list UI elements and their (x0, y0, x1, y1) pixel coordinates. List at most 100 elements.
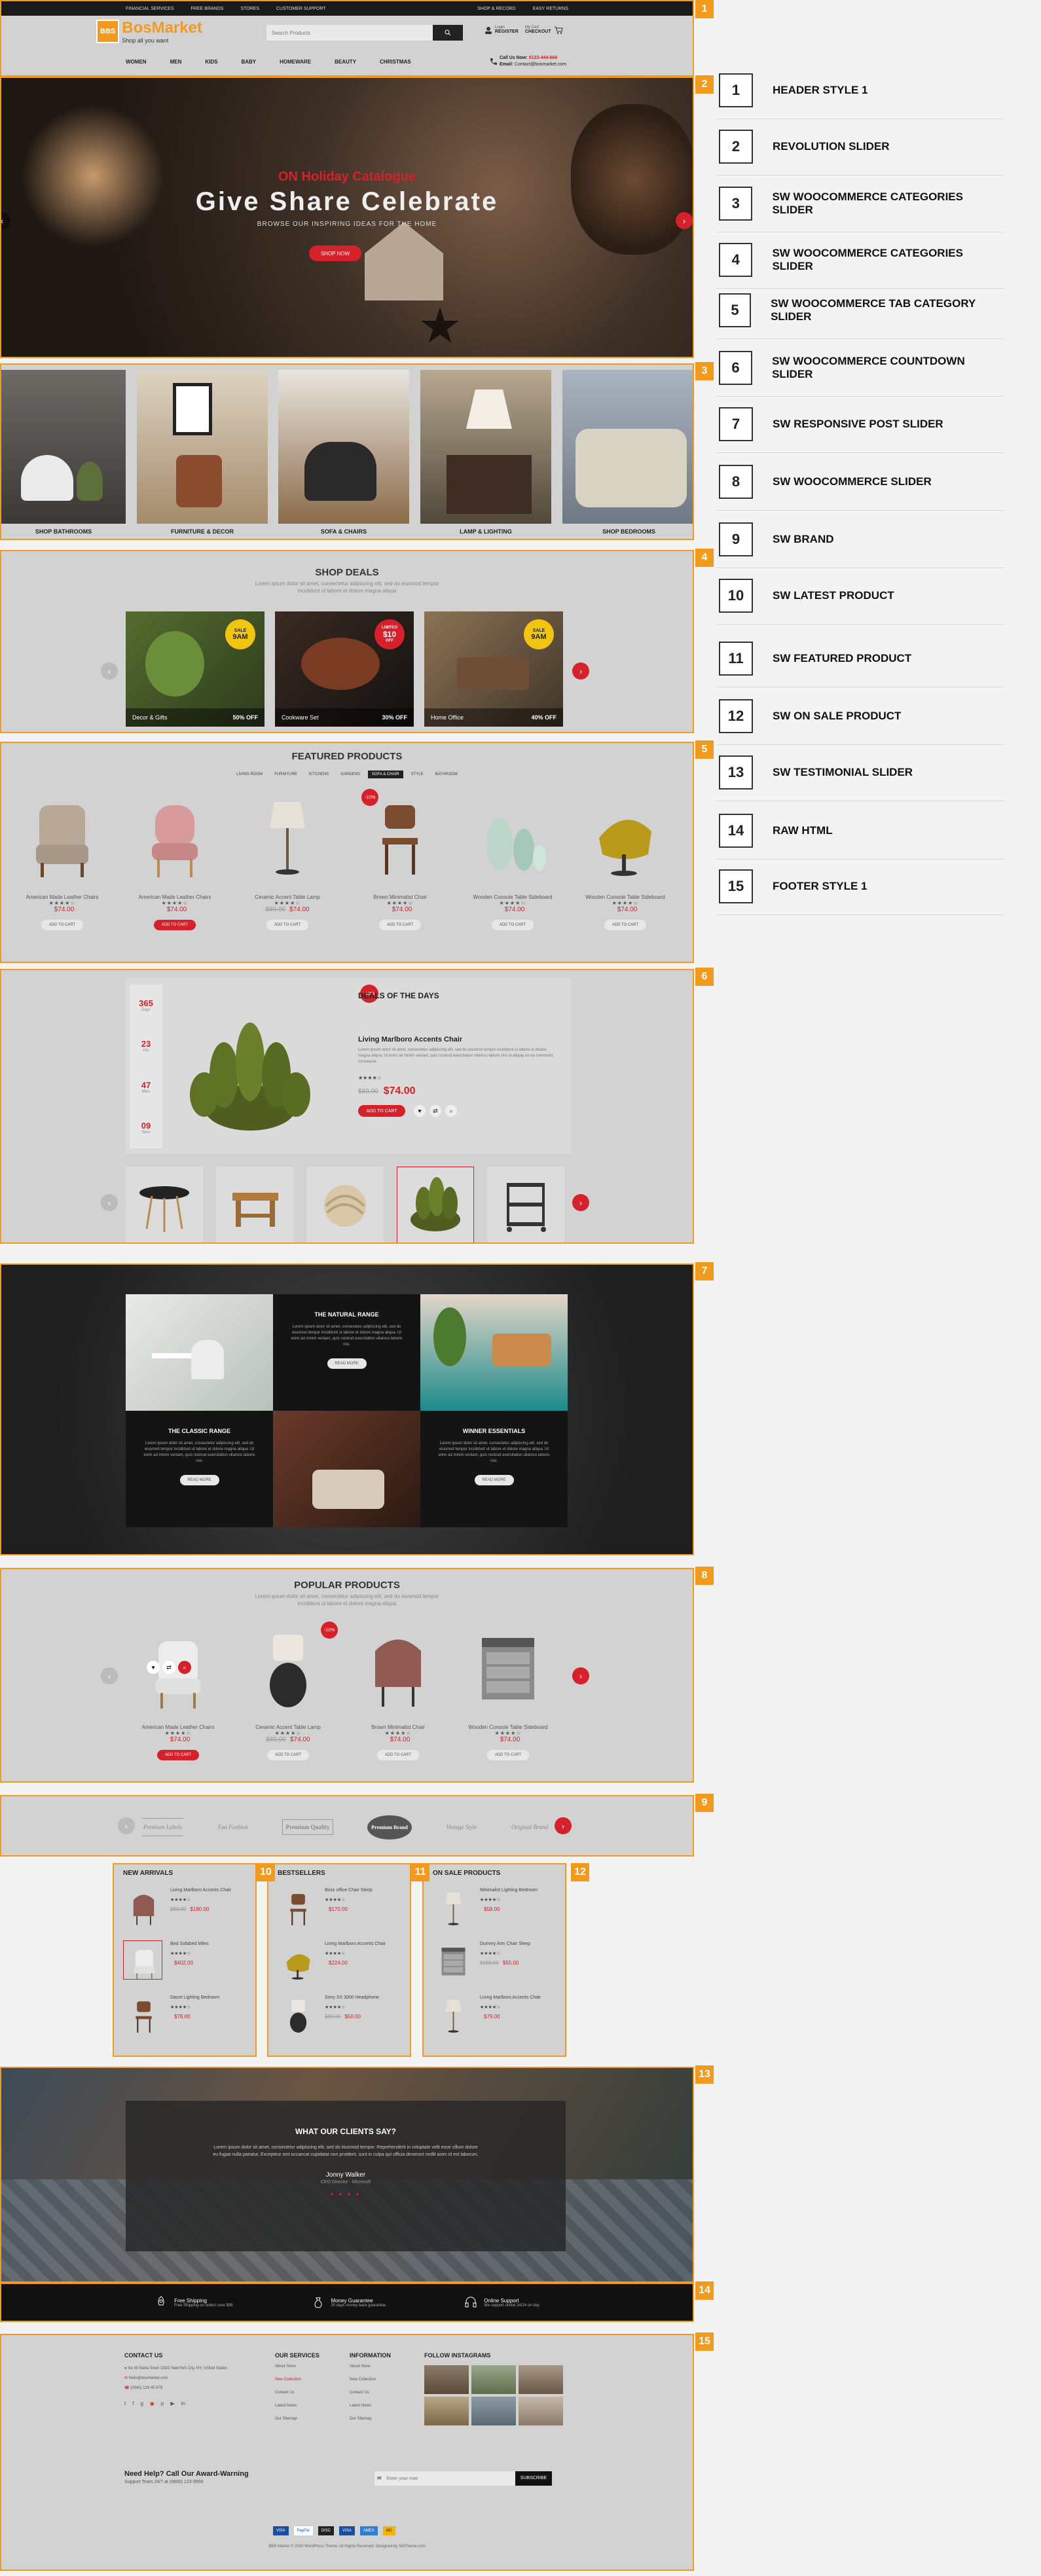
category-image-lamp[interactable] (420, 370, 551, 524)
read-more-button[interactable]: READ MORE (474, 1475, 514, 1485)
thumb[interactable] (487, 1167, 564, 1243)
product-image[interactable] (13, 789, 111, 887)
nav-item[interactable]: MEN (170, 59, 182, 65)
brand-next-arrow[interactable]: › (555, 1817, 572, 1834)
compare-icon[interactable]: ⇄ (162, 1661, 175, 1674)
product-image[interactable] (576, 789, 674, 887)
list-item[interactable]: Boss office Chair Sleep ★★★★☆ $170.00 (278, 1884, 409, 1931)
wishlist-icon[interactable]: ♥ (147, 1661, 160, 1674)
product-name[interactable]: Ceramic Accent Table Lamp (238, 894, 337, 900)
topbar-link[interactable]: FREE BRANDS (191, 7, 224, 11)
list-item-image[interactable] (278, 1940, 317, 1980)
list-item[interactable]: Living Marlboro Accents Chair ★★★★☆ $79.00 (433, 1991, 564, 2039)
add-to-cart-button[interactable]: ADD TO CART (157, 1750, 199, 1760)
popular-prev-arrow[interactable]: ‹ (101, 1667, 118, 1684)
list-item[interactable]: Living Marlboro Accents Chair ★★★★☆ $80.00… (123, 1884, 254, 1931)
list-item-name[interactable]: Dacot Lighting Bedroom (170, 1995, 219, 2000)
product-name[interactable]: American Made Leather Chairs (13, 894, 111, 900)
pinterest-icon[interactable]: p (161, 2401, 164, 2406)
product-card[interactable]: Wooden Console Table Sideboard ★★★★☆ $74.0… (464, 789, 562, 962)
product-image[interactable] (464, 789, 562, 887)
list-item-image[interactable] (433, 1940, 472, 1980)
list-item-image[interactable] (123, 1994, 162, 2033)
facebook-icon[interactable]: f (132, 2401, 134, 2406)
add-to-cart-button[interactable]: ADD TO CART (41, 920, 83, 930)
list-item[interactable]: Minimalist Lighting Bedroom ★★★★☆ $58.00 (433, 1884, 564, 1931)
list-item[interactable]: Dacot Lighting Bedroom ★★★★☆ $78.00 (123, 1991, 254, 2039)
quickview-icon[interactable]: ⌕ (445, 1105, 457, 1117)
add-to-cart-button[interactable]: ADD TO CART (267, 1750, 309, 1760)
product-name[interactable]: Wooden Console Table Sideboard (576, 894, 674, 900)
footer-link[interactable]: Latest News (275, 2399, 340, 2412)
add-to-cart-button[interactable]: ADD TO CART (604, 920, 646, 930)
nav-item[interactable]: CHRISTMAS (380, 59, 411, 65)
list-item-name[interactable]: Dummy Arm Chair Sleep (480, 1942, 530, 1946)
countdown-product-name[interactable]: Living Marlboro Accents Chair (358, 1036, 462, 1043)
shop-now-button[interactable]: SHOP NOW (309, 245, 361, 261)
thumb[interactable] (306, 1167, 384, 1243)
footer-link[interactable]: Latest News (350, 2399, 415, 2412)
nav-item[interactable]: WOMEN (126, 59, 147, 65)
youtube-icon[interactable]: ▶ (170, 2401, 174, 2406)
footer-link[interactable]: Our Sitemap (350, 2412, 415, 2425)
tab[interactable]: FURNITURE (270, 771, 301, 778)
logo[interactable]: BBS BosMarket Shop all you want (96, 19, 202, 44)
add-to-cart-button[interactable]: ADD TO CART (379, 920, 421, 930)
add-to-cart-button[interactable]: ADD TO CART (154, 920, 196, 930)
search-input[interactable] (266, 25, 433, 41)
category-image-furniture[interactable] (137, 370, 268, 524)
twitter-icon[interactable]: t (124, 2401, 126, 2406)
product-name[interactable]: Brown Minimalist Chair (349, 1724, 447, 1730)
deals-next-arrow[interactable]: › (572, 662, 589, 680)
read-more-button[interactable]: READ MORE (327, 1358, 367, 1369)
tab[interactable]: GARDENS (337, 771, 364, 778)
product-image[interactable] (126, 789, 224, 887)
tab[interactable]: KITCHENS (305, 771, 333, 778)
linkedin-icon[interactable]: in (181, 2401, 185, 2406)
topbar-link[interactable]: FINANCIAL SERVICES (126, 7, 174, 11)
newsletter-input[interactable] (384, 2471, 515, 2486)
deal-card[interactable]: SALE 9AM Home Office 40% OFF (424, 611, 563, 727)
post-image[interactable] (420, 1294, 568, 1411)
list-item[interactable]: Dummy Arm Chair Sleep ★★★★☆ $180.00 $55.00 (433, 1938, 564, 1985)
read-more-button[interactable]: READ MORE (179, 1475, 219, 1485)
product-card[interactable]: Ceramic Accent Table Lamp ★★★★☆ $80.00 $74.… (239, 1622, 337, 1781)
testimonial-dots[interactable]: ● ● ● ● (126, 2191, 566, 2197)
list-item-name[interactable]: Sony SX 3000 Headphone (325, 1995, 379, 2000)
instagram-thumb[interactable] (519, 2365, 563, 2394)
category-image-bedrooms[interactable] (562, 370, 693, 524)
product-card[interactable]: Wooden Console Table Sideboard ★★★★☆ $74.0… (459, 1622, 557, 1781)
footer-link[interactable]: Contact Us (275, 2386, 340, 2399)
list-item-image[interactable] (433, 1887, 472, 1926)
instagram-thumb[interactable] (519, 2397, 563, 2425)
footer-link[interactable]: About Store (275, 2360, 340, 2373)
product-name[interactable]: American Made Leather Chairs (126, 894, 224, 900)
nav-item[interactable]: KIDS (205, 59, 217, 65)
brand-logo[interactable]: Premium Brand (367, 1815, 412, 1840)
instagram-thumb[interactable] (471, 2365, 516, 2394)
list-item-image[interactable] (433, 1994, 472, 2033)
deal-card[interactable]: SALE 9AM Decor & Gifts 50% OFF (126, 611, 265, 727)
deal-card[interactable]: LIMITED $10 OFF Cookware Set 30% OFF (275, 611, 414, 727)
search-button[interactable] (433, 25, 463, 41)
product-card[interactable]: Wooden Console Table Sideboard ★★★★☆ $74.0… (576, 789, 674, 962)
list-item-image[interactable] (123, 1887, 162, 1926)
product-card[interactable]: American Made Leather Chairs ★★★★☆ $74.00 A… (13, 789, 111, 962)
add-to-cart-button[interactable]: ADD TO CART (266, 920, 308, 930)
list-item-name[interactable]: Boss office Chair Sleep (325, 1888, 373, 1893)
tab[interactable]: LIVING ROOM (232, 771, 266, 778)
list-item-name[interactable]: Living Marlboro Accents Chair (325, 1942, 386, 1946)
product-card[interactable]: American Made Leather Chairs ★★★★☆ $74.00 A… (129, 1622, 227, 1781)
nav-item[interactable]: HOMEWARE (280, 59, 311, 65)
list-item-image[interactable] (278, 1994, 317, 2033)
instagram-thumb[interactable] (424, 2365, 469, 2394)
product-card[interactable]: American Made Leather Chairs ★★★★☆ $74.00 A… (126, 789, 224, 962)
dribbble-icon[interactable]: ◉ (150, 2401, 155, 2406)
brand-logo[interactable]: Vintage Style (446, 1824, 477, 1830)
footer-link[interactable]: Our Sitemap (275, 2412, 340, 2425)
quickview-icon[interactable]: ⌕ (178, 1661, 191, 1674)
footer-email[interactable]: ✉ hello@bosmarket.com (124, 2376, 255, 2380)
wishlist-icon[interactable]: ♥ (414, 1105, 426, 1117)
nav-item[interactable]: BABY (241, 59, 256, 65)
product-card[interactable]: Brown Minimalist Chair ★★★★☆ $74.00 ADD TO … (349, 1622, 447, 1781)
